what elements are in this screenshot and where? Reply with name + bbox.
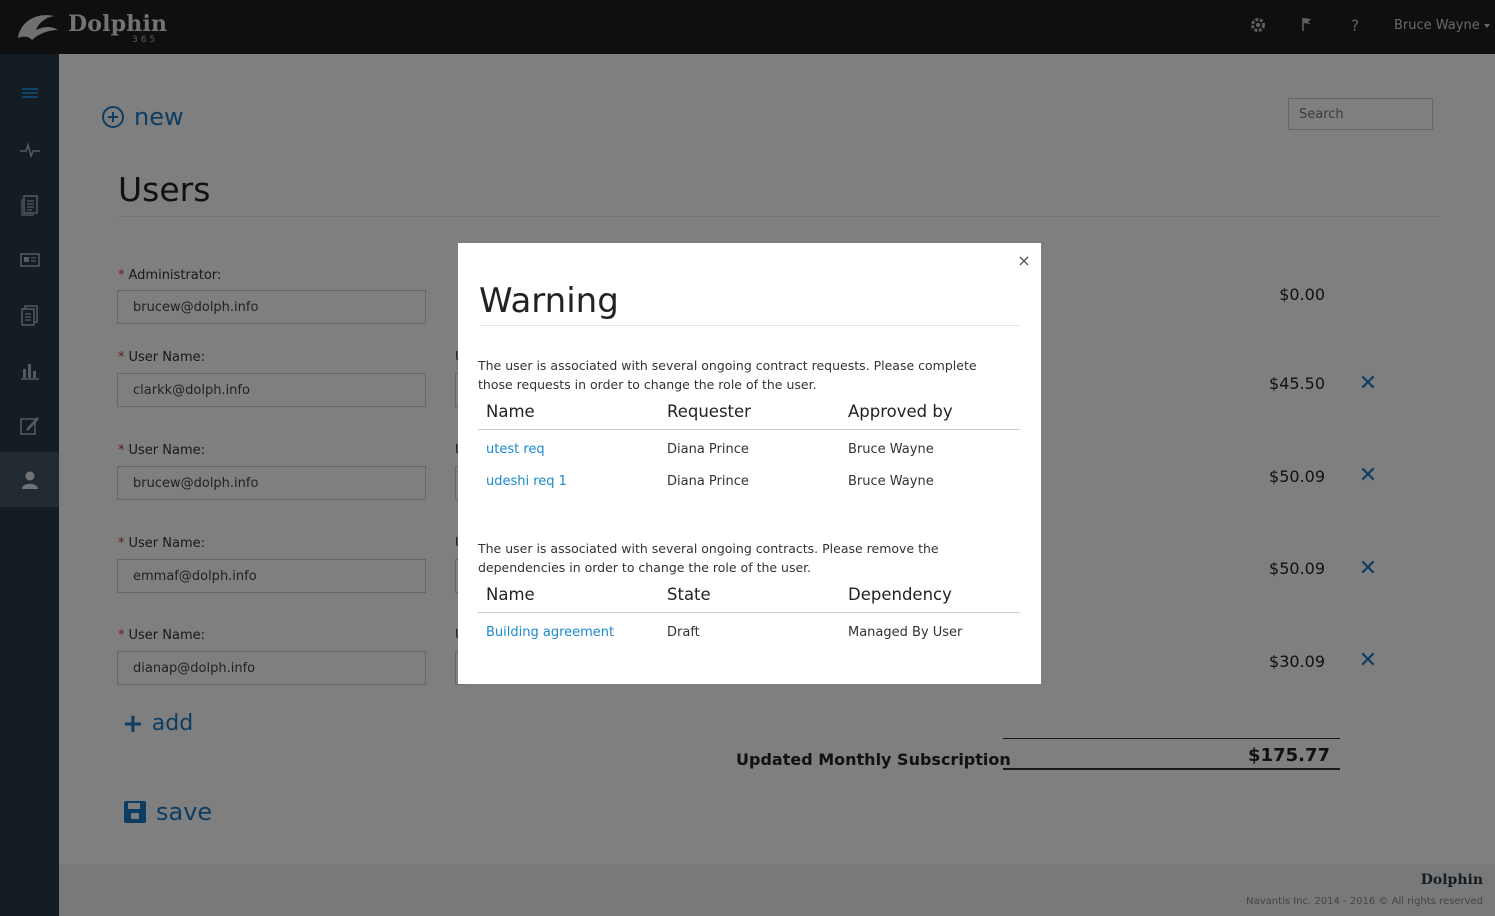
state-cell: Draft <box>667 625 700 640</box>
column-header: Name <box>486 585 535 604</box>
contracts-message: The user is associated with several ongo… <box>478 541 939 575</box>
requester-cell: Diana Prince <box>667 442 749 457</box>
approved-by-cell: Bruce Wayne <box>848 474 934 489</box>
dialog-divider <box>479 325 1020 326</box>
dependency-cell: Managed By User <box>848 625 963 640</box>
close-icon[interactable]: × <box>1016 253 1032 269</box>
table-header: Name Requester Approved by <box>478 396 1020 430</box>
dialog-title: Warning <box>479 281 619 321</box>
table-row: utest req Diana Prince Bruce Wayne <box>478 434 1020 466</box>
column-header: Dependency <box>848 585 952 604</box>
contract-requests-table: Name Requester Approved by utest req Dia… <box>478 396 1020 498</box>
table-row: udeshi req 1 Diana Prince Bruce Wayne <box>478 466 1020 498</box>
request-link[interactable]: udeshi req 1 <box>486 466 567 498</box>
contract-link[interactable]: Building agreement <box>486 617 614 649</box>
table-header: Name State Dependency <box>478 579 1020 613</box>
column-header: State <box>667 585 711 604</box>
column-header: Requester <box>667 402 751 421</box>
approved-by-cell: Bruce Wayne <box>848 442 934 457</box>
table-row: Building agreement Draft Managed By User <box>478 617 1020 649</box>
contracts-table: Name State Dependency Building agreement… <box>478 579 1020 649</box>
column-header: Approved by <box>848 402 953 421</box>
contract-requests-message: The user is associated with several ongo… <box>478 358 977 392</box>
requester-cell: Diana Prince <box>667 474 749 489</box>
column-header: Name <box>486 402 535 421</box>
request-link[interactable]: utest req <box>486 434 545 466</box>
warning-dialog: × Warning The user is associated with se… <box>458 243 1041 684</box>
